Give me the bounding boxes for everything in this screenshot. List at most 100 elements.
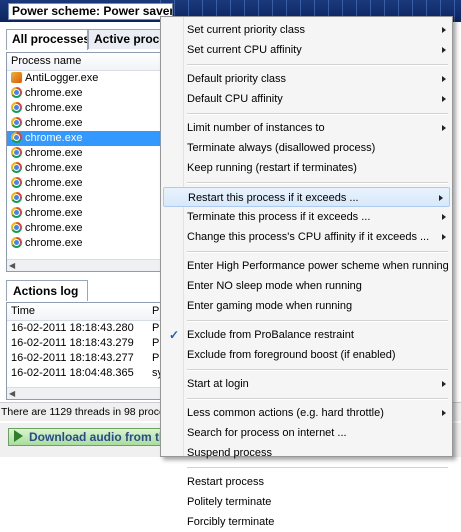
submenu-arrow-icon (442, 76, 446, 82)
menu-item-label: Terminate always (disallowed process) (187, 142, 376, 154)
submenu-arrow-icon (439, 195, 443, 201)
menu-item-exclude-from-probalance-restraint[interactable]: ✓ Exclude from ProBalance restraint (161, 325, 452, 345)
menu-item-default-cpu-affinity[interactable]: Default CPU affinity (161, 89, 452, 109)
submenu-arrow-icon (442, 381, 446, 387)
menu-item-label: Default priority class (187, 73, 287, 85)
submenu-arrow-icon (442, 125, 446, 131)
play-icon (14, 430, 23, 442)
submenu-arrow-icon (442, 27, 446, 33)
menu-item-label: Exclude from foreground boost (if enable… (187, 349, 396, 361)
process-name: chrome.exe (25, 177, 83, 189)
process-name: chrome.exe (25, 162, 83, 174)
submenu-arrow-icon (442, 214, 446, 220)
actions-log-table[interactable]: Time P 16-02-2011 18:18:43.280 P 16-02-201… (6, 302, 164, 400)
menu-item-change-this-process-s-cpu-affinity-if-it-exceeds[interactable]: Change this process's CPU affinity if it… (161, 227, 452, 247)
chrome-icon (11, 207, 22, 218)
menu-item-restart-this-process-if-it-exceeds[interactable]: Restart this process if it exceeds ... (163, 187, 450, 207)
menu-item-set-current-cpu-affinity[interactable]: Set current CPU affinity (161, 40, 452, 60)
menu-item-label: Politely terminate (187, 496, 272, 508)
menu-separator (187, 64, 448, 66)
process-row[interactable]: chrome.exe (7, 176, 163, 191)
chrome-icon (11, 87, 22, 98)
menu-item-label: Limit number of instances to (187, 122, 325, 134)
log-process: P (152, 352, 160, 364)
menu-item-enter-high-performance-power-scheme-when-running[interactable]: Enter High Performance power scheme when… (161, 256, 452, 276)
tab-all-processes[interactable]: All processes (6, 29, 88, 50)
menu-item-label: Less common actions (e.g. hard throttle) (187, 407, 384, 419)
menu-item-exclude-from-foreground-boost-if-enabled[interactable]: Exclude from foreground boost (if enable… (161, 345, 452, 365)
checkmark-icon: ✓ (169, 328, 180, 342)
menu-item-set-current-priority-class[interactable]: Set current priority class (161, 20, 452, 40)
menu-item-terminate-this-process-if-it-exceeds[interactable]: Terminate this process if it exceeds ... (161, 207, 452, 227)
horizontal-scrollbar[interactable]: ◀ (7, 259, 163, 271)
menu-separator (187, 182, 448, 184)
process-column-header[interactable]: P (152, 303, 159, 320)
process-tabs: All processes Active processes (6, 29, 168, 50)
menu-item-forcibly-terminate[interactable]: Forcibly terminate (161, 512, 452, 532)
menu-item-label: Enter gaming mode when running (187, 300, 353, 312)
antilogger-icon (11, 72, 22, 83)
process-row[interactable]: AntiLogger.exe (7, 71, 163, 86)
menu-item-label: Restart process (187, 476, 265, 488)
process-name: chrome.exe (25, 222, 83, 234)
menu-item-enter-no-sleep-mode-when-running[interactable]: Enter NO sleep mode when running (161, 276, 452, 296)
log-row[interactable]: 16-02-2011 18:18:43.279 P (7, 336, 163, 351)
menu-item-less-common-actions-e-g-hard-throttle[interactable]: Less common actions (e.g. hard throttle) (161, 403, 452, 423)
log-time: 16-02-2011 18:18:43.279 (11, 337, 134, 349)
process-list[interactable]: Process name AntiLogger.exe chrome.exe chr… (6, 52, 164, 272)
process-row[interactable]: chrome.exe (7, 131, 163, 146)
submenu-arrow-icon (442, 47, 446, 53)
menu-item-default-priority-class[interactable]: Default priority class (161, 69, 452, 89)
process-row[interactable]: chrome.exe (7, 236, 163, 251)
log-row[interactable]: 16-02-2011 18:18:43.280 P (7, 321, 163, 336)
menu-separator (187, 398, 448, 400)
menu-item-suspend-process[interactable]: Suspend process (161, 443, 452, 463)
submenu-arrow-icon (442, 410, 446, 416)
time-column-header[interactable]: Time (11, 305, 35, 317)
process-row[interactable]: chrome.exe (7, 206, 163, 221)
power-scheme-label[interactable]: Power scheme: Power saver (8, 3, 173, 20)
process-row[interactable]: chrome.exe (7, 86, 163, 101)
chrome-icon (11, 102, 22, 113)
menu-item-label: Terminate this process if it exceeds ... (187, 211, 371, 223)
scroll-left-icon[interactable]: ◀ (9, 261, 15, 270)
menu-item-label: Restart this process if it exceeds ... (188, 192, 359, 204)
menu-item-keep-running-restart-if-terminates[interactable]: Keep running (restart if terminates) (161, 158, 452, 178)
submenu-arrow-icon (442, 234, 446, 240)
menu-item-search-for-process-on-internet[interactable]: Search for process on internet ... (161, 423, 452, 443)
menu-item-label: Start at login (187, 378, 249, 390)
process-row[interactable]: chrome.exe (7, 221, 163, 236)
actions-log-header: Time P (7, 303, 163, 321)
submenu-arrow-icon (442, 96, 446, 102)
menu-item-politely-terminate[interactable]: Politely terminate (161, 492, 452, 512)
log-process: P (152, 322, 160, 334)
menu-separator (187, 113, 448, 115)
tab-actions-log[interactable]: Actions log (6, 280, 88, 301)
log-row[interactable]: 16-02-2011 18:04:48.365 sy (7, 366, 163, 381)
process-name-column-header[interactable]: Process name (7, 53, 163, 71)
log-row[interactable]: 16-02-2011 18:18:43.277 P (7, 351, 163, 366)
process-row[interactable]: chrome.exe (7, 116, 163, 131)
menu-item-label: Enter High Performance power scheme when… (187, 260, 449, 272)
log-time: 16-02-2011 18:04:48.365 (11, 367, 134, 379)
process-row[interactable]: chrome.exe (7, 101, 163, 116)
scroll-left-icon[interactable]: ◀ (9, 389, 15, 398)
menu-item-label: Enter NO sleep mode when running (187, 280, 362, 292)
process-name: chrome.exe (25, 192, 83, 204)
menu-item-terminate-always-disallowed-process[interactable]: Terminate always (disallowed process) (161, 138, 452, 158)
tab-active-processes[interactable]: Active processes (88, 29, 168, 49)
process-name: chrome.exe (25, 132, 83, 144)
menu-item-enter-gaming-mode-when-running[interactable]: Enter gaming mode when running (161, 296, 452, 316)
chrome-icon (11, 162, 22, 173)
process-row[interactable]: chrome.exe (7, 146, 163, 161)
process-row[interactable]: chrome.exe (7, 161, 163, 176)
process-context-menu: Set current priority class Set current CP… (160, 16, 453, 528)
process-name: chrome.exe (25, 117, 83, 129)
menu-item-restart-process[interactable]: Restart process (161, 472, 452, 492)
log-horizontal-scrollbar[interactable]: ◀ (7, 387, 163, 399)
menu-item-start-at-login[interactable]: Start at login (161, 374, 452, 394)
process-row[interactable]: chrome.exe (7, 191, 163, 206)
menu-separator (187, 320, 448, 322)
menu-item-limit-number-of-instances-to[interactable]: Limit number of instances to (161, 118, 452, 138)
chrome-icon (11, 222, 22, 233)
